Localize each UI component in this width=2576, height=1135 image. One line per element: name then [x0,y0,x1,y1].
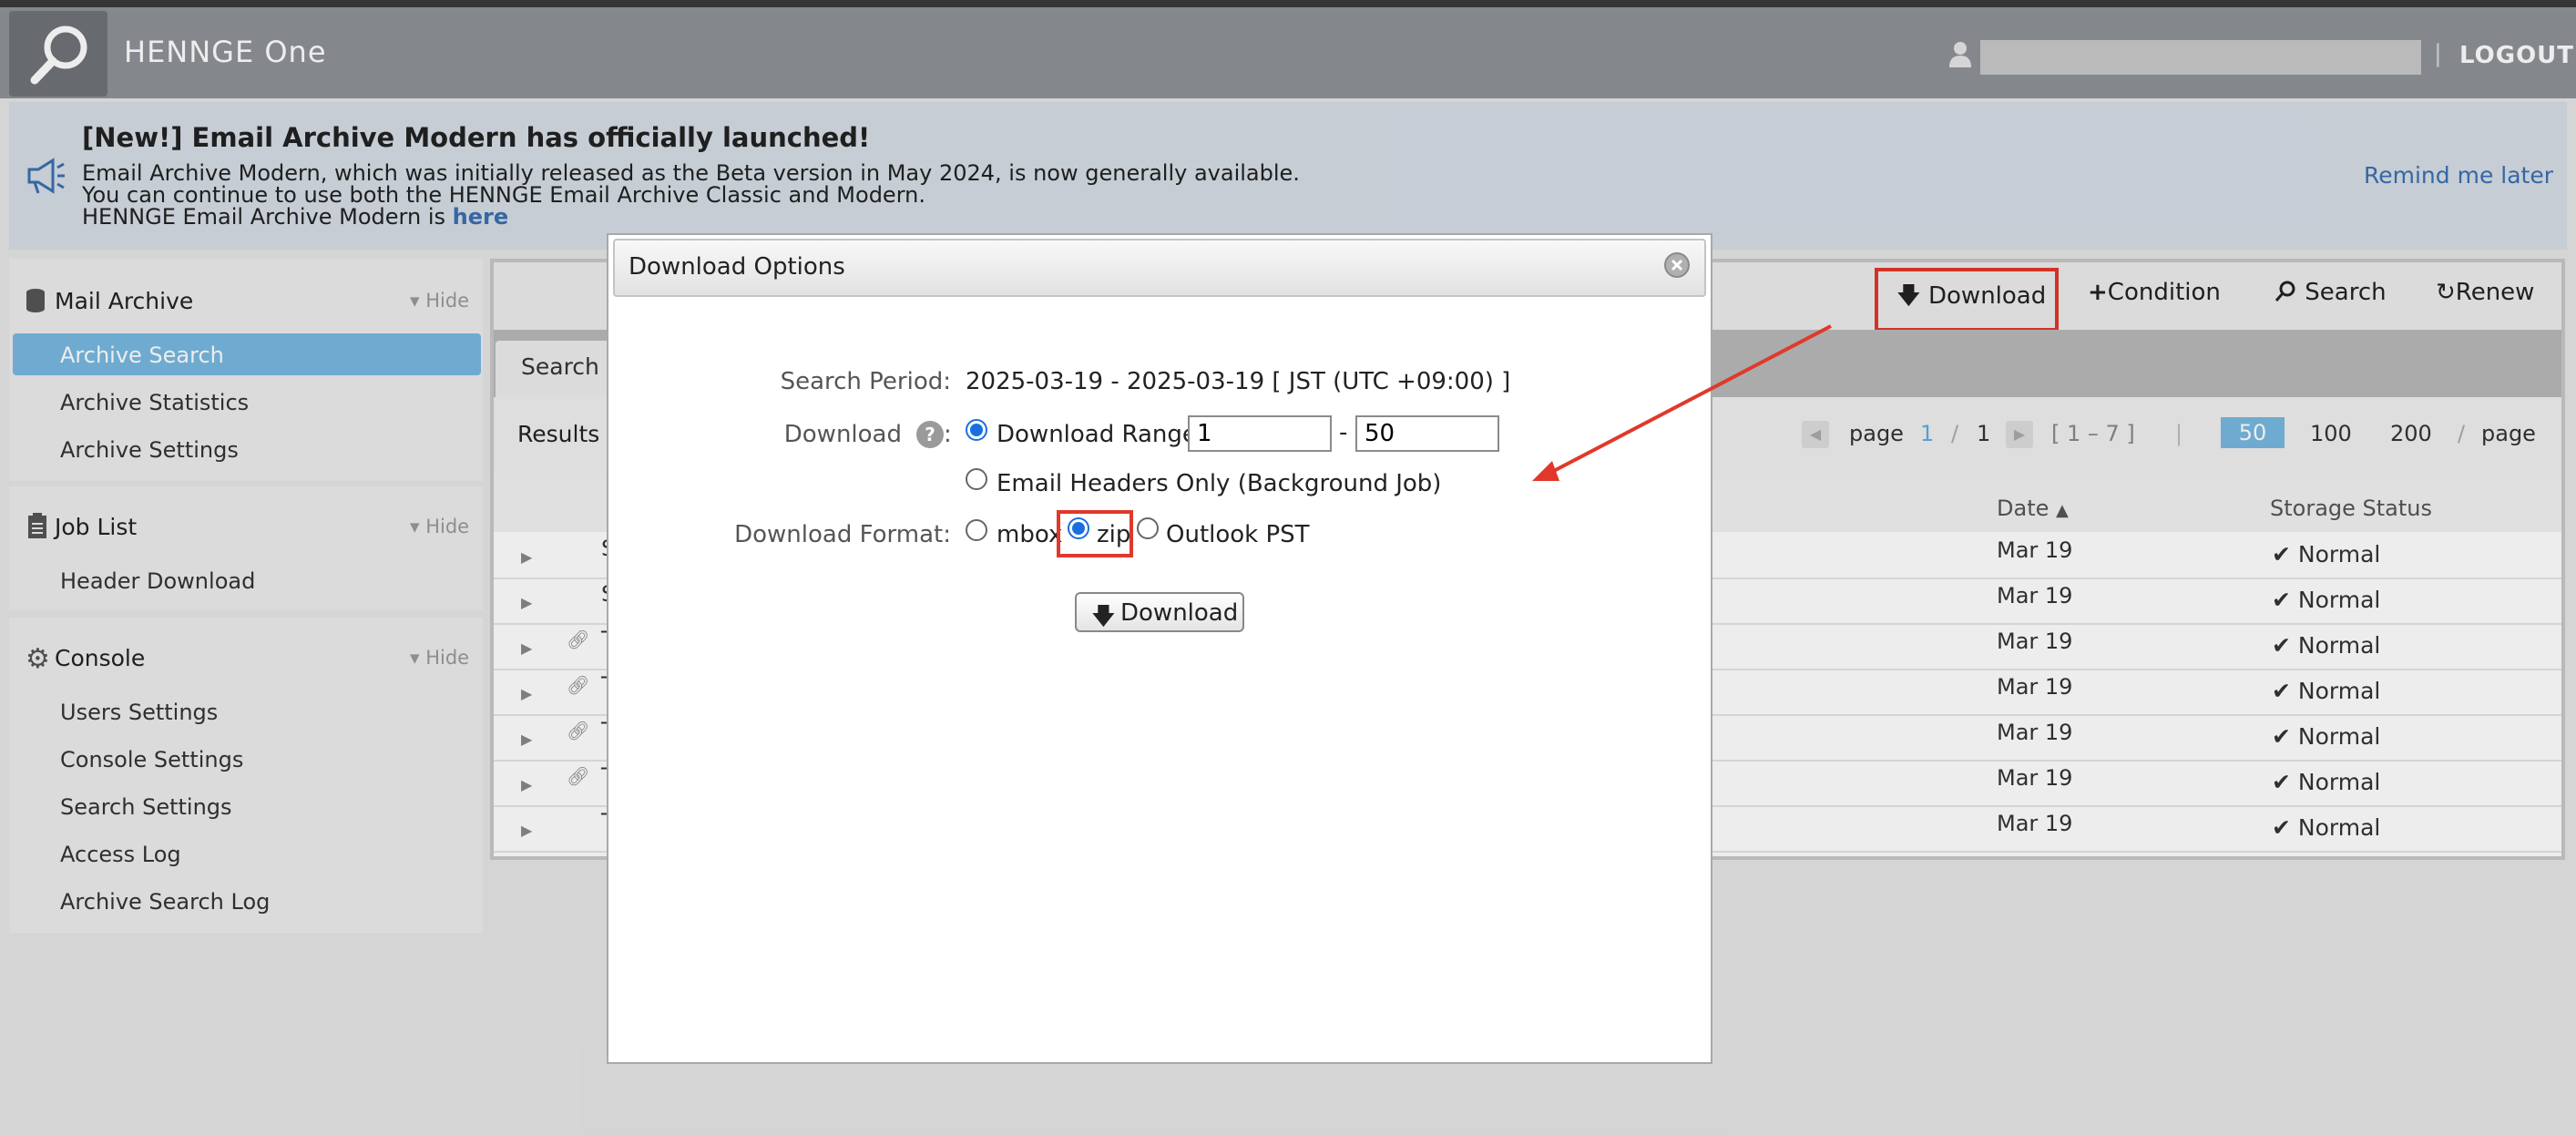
annotation-arrow [1532,324,1832,481]
